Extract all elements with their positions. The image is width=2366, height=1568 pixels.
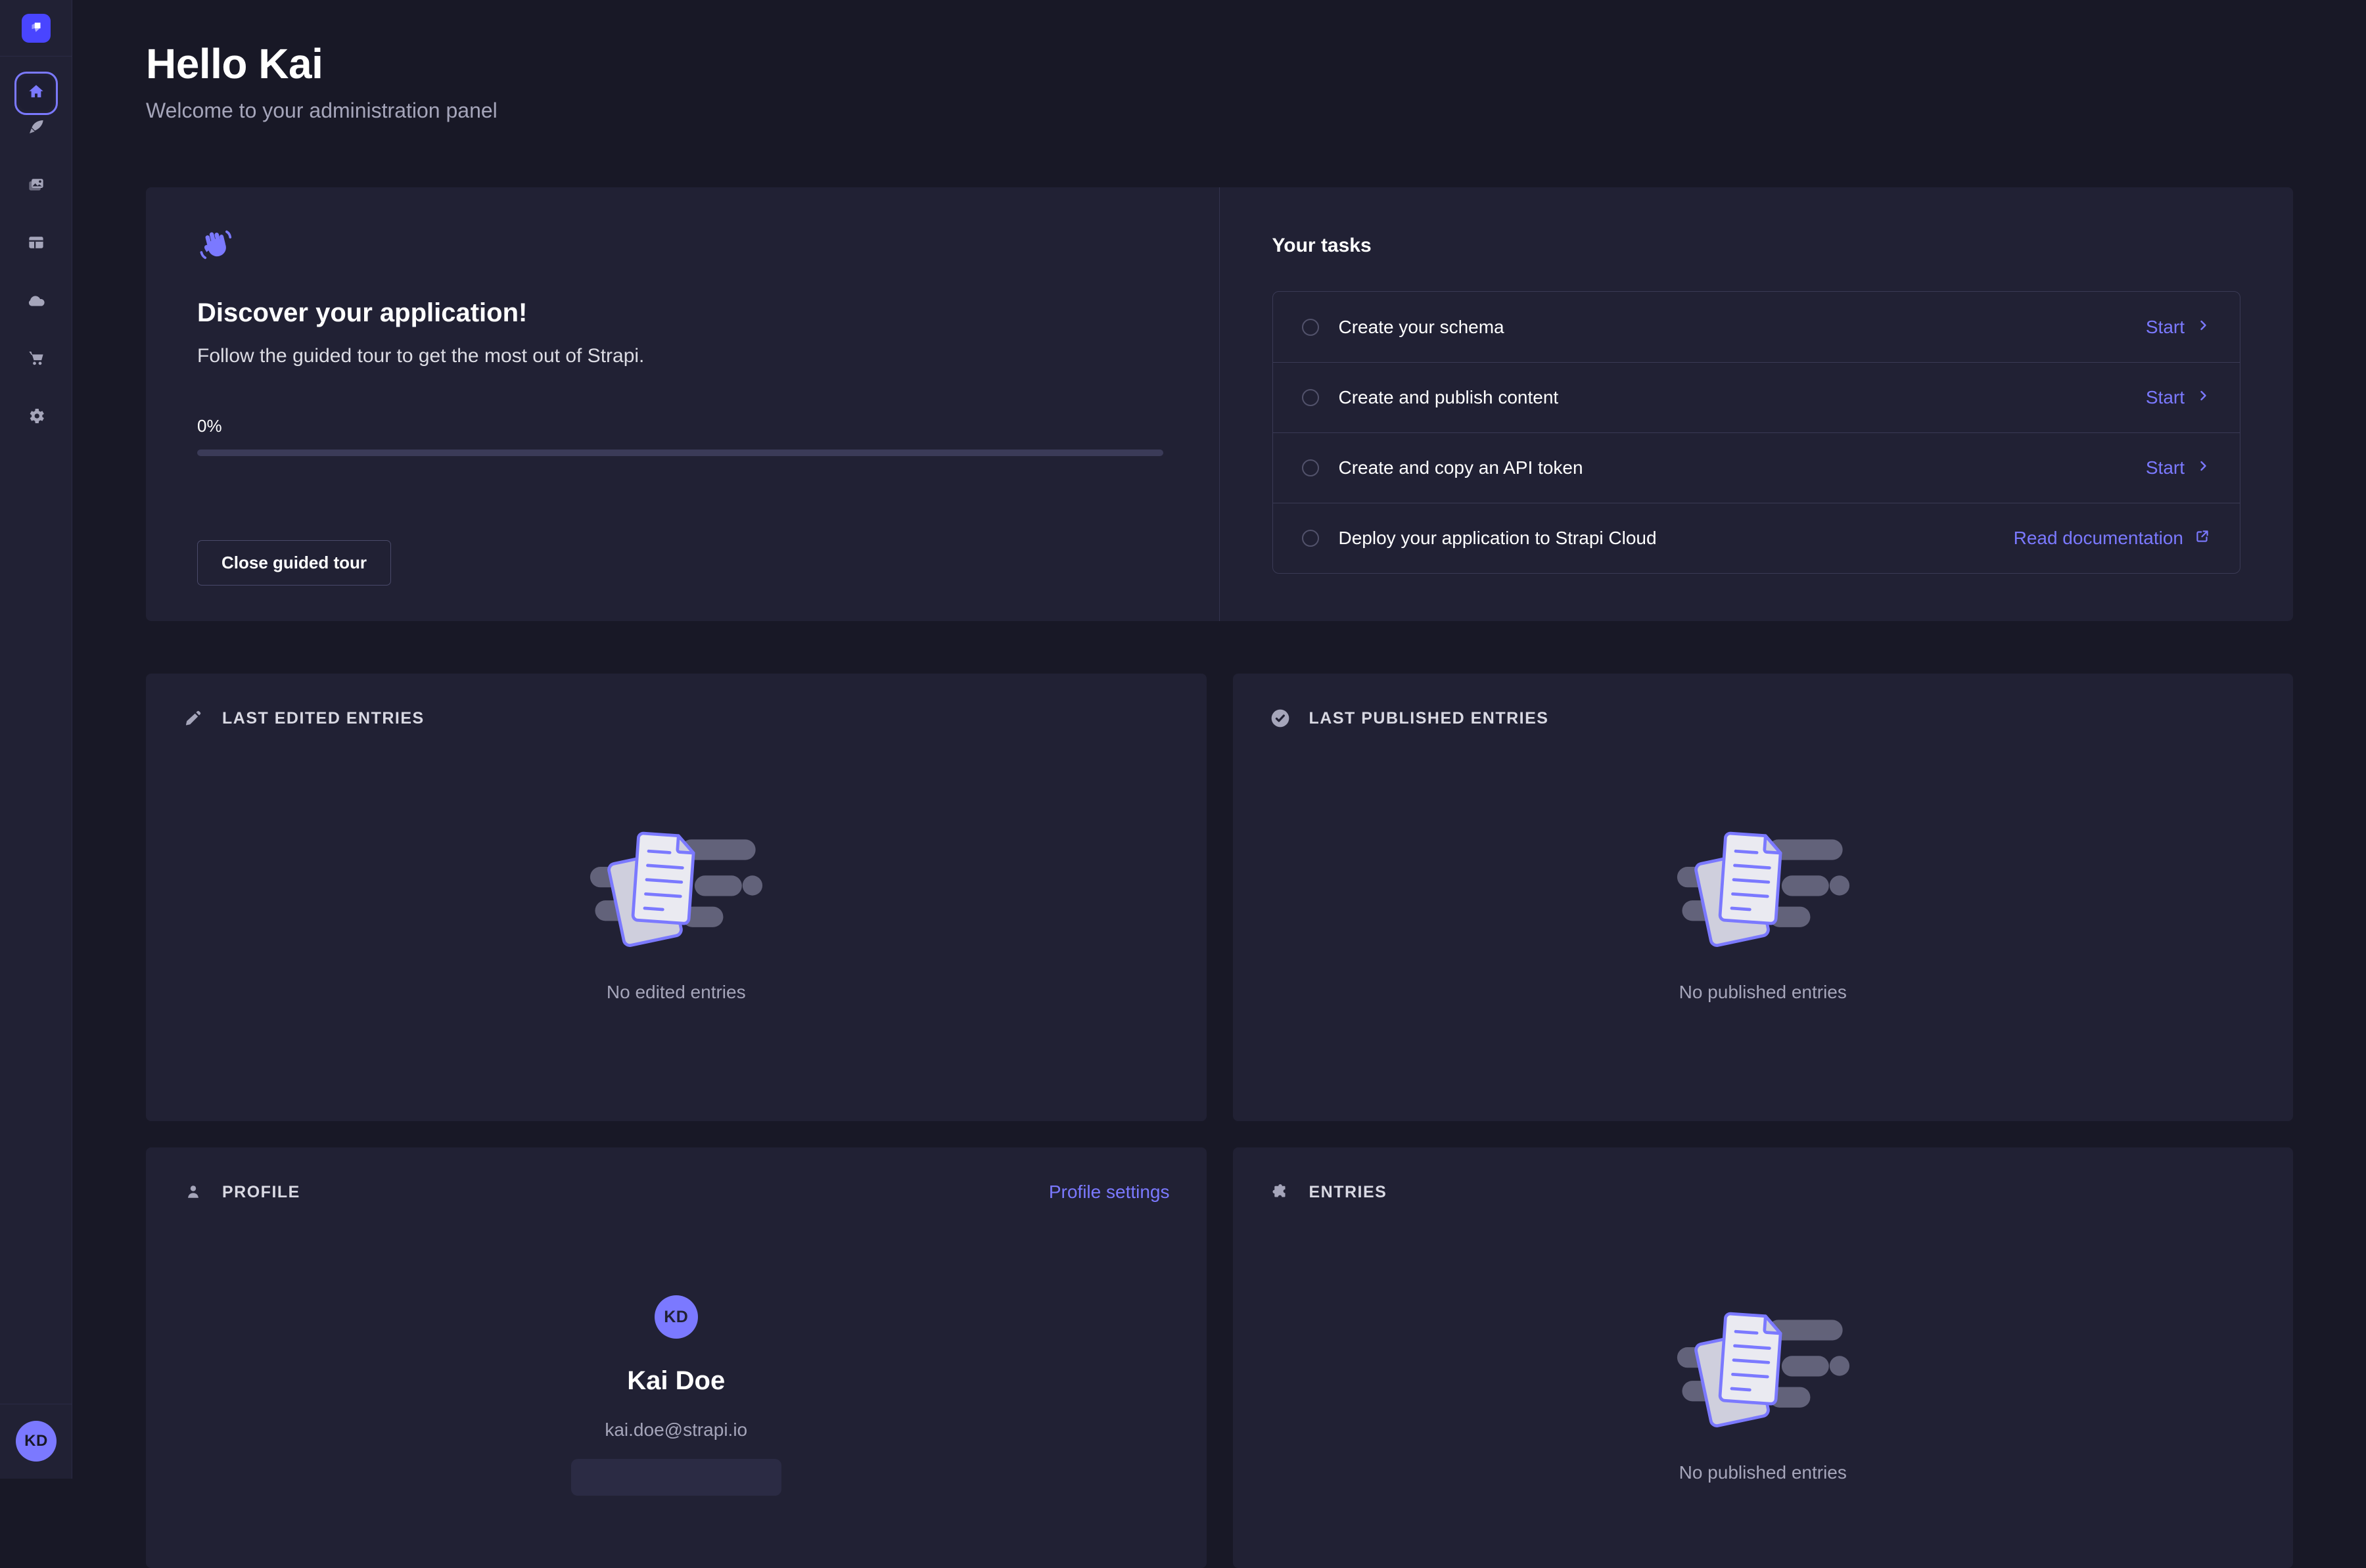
widget-title: ENTRIES [1309,1183,1387,1202]
guided-tour-card: Discover your application! Follow the gu… [146,187,2293,621]
check-circle-icon [1270,708,1291,729]
puzzle-icon [1270,1182,1291,1203]
guided-tour-panel: Discover your application! Follow the gu… [146,187,1220,621]
sidebar-item-content-type-builder[interactable] [23,231,49,257]
profile-card: PROFILE Profile settings KD Kai Doe kai.… [146,1147,1207,1568]
task-status-circle [1302,459,1319,476]
empty-state-text: No edited entries [607,982,746,1003]
profile-name: Kai Doe [627,1366,725,1396]
task-list: Create your schema Start Create and publ… [1272,291,2241,574]
task-row: Deploy your application to Strapi Cloud … [1273,503,2240,573]
last-edited-entries-card: LAST EDITED ENTRIES [146,674,1207,1121]
empty-state-text: No published entries [1679,1462,1847,1483]
main-content: Hello Kai Welcome to your administration… [72,0,2366,1568]
task-start-link[interactable]: Start [2146,317,2211,338]
empty-state: No published entries [1270,821,2257,1003]
person-icon [183,1182,204,1203]
task-status-circle [1302,319,1319,336]
tasks-title: Your tasks [1272,235,2241,257]
sidebar-item-home[interactable] [14,72,58,115]
task-status-circle [1302,530,1319,547]
profile-avatar: KD [655,1295,698,1339]
task-status-circle [1302,389,1319,406]
entries-card: ENTRIES [1233,1147,2294,1568]
task-start-link[interactable]: Start [2146,457,2211,478]
cart-icon [26,348,46,371]
profile-email: kai.doe@strapi.io [605,1419,747,1441]
sidebar-item-content-manager[interactable] [23,115,49,141]
strapi-logo-icon [28,18,45,39]
feather-icon [26,117,46,140]
widget-title: LAST PUBLISHED ENTRIES [1309,709,1549,728]
strapi-logo[interactable] [22,14,51,43]
task-row: Create and publish content Start [1273,362,2240,432]
guided-tour-title: Discover your application! [197,298,1168,328]
role-badge [571,1459,781,1496]
cloud-icon [26,290,47,314]
gear-icon [26,406,46,429]
task-label: Deploy your application to Strapi Cloud [1339,528,1657,549]
task-row: Create and copy an API token Start [1273,432,2240,503]
read-documentation-link[interactable]: Read documentation [2014,528,2211,549]
layout-icon [26,233,46,256]
user-avatar[interactable]: KD [16,1421,57,1462]
sidebar-item-cloud[interactable] [23,288,49,315]
progress-bar [197,450,1163,456]
page-subtitle: Welcome to your administration panel [146,99,2293,123]
empty-state-text: No published entries [1679,982,1847,1003]
tasks-panel: Your tasks Create your schema Start [1220,187,2294,621]
task-label: Create your schema [1339,317,1504,338]
empty-documents-illustration [589,821,763,963]
task-start-link[interactable]: Start [2146,387,2211,408]
sidebar-item-media-library[interactable] [23,173,49,199]
close-guided-tour-button[interactable]: Close guided tour [197,540,391,586]
widget-title: LAST EDITED ENTRIES [222,709,425,728]
chevron-right-icon [2195,457,2211,478]
sidebar: KD [0,0,72,1479]
home-icon [26,82,46,105]
sidebar-item-settings[interactable] [23,404,49,430]
empty-state: No edited entries [183,821,1170,1003]
guided-tour-subtitle: Follow the guided tour to get the most o… [197,345,1168,367]
external-link-icon [2194,528,2211,549]
task-label: Create and publish content [1339,387,1559,408]
progress-percentage: 0% [197,416,1168,436]
profile-settings-link[interactable]: Profile settings [1049,1182,1170,1203]
waving-hand-icon [197,255,234,266]
empty-documents-illustration [1676,821,1850,963]
sidebar-item-marketplace[interactable] [23,346,49,373]
empty-documents-illustration [1676,1301,1850,1444]
task-label: Create and copy an API token [1339,457,1583,478]
page-title: Hello Kai [146,39,2293,88]
task-row: Create your schema Start [1273,292,2240,362]
widget-title: PROFILE [222,1183,300,1202]
media-library-icon [26,175,46,198]
empty-state: No published entries [1270,1301,2257,1483]
pencil-icon [183,708,204,729]
chevron-right-icon [2195,317,2211,338]
chevron-right-icon [2195,387,2211,408]
profile-body: KD Kai Doe kai.doe@strapi.io [183,1295,1170,1496]
last-published-entries-card: LAST PUBLISHED ENTRIES [1233,674,2294,1121]
